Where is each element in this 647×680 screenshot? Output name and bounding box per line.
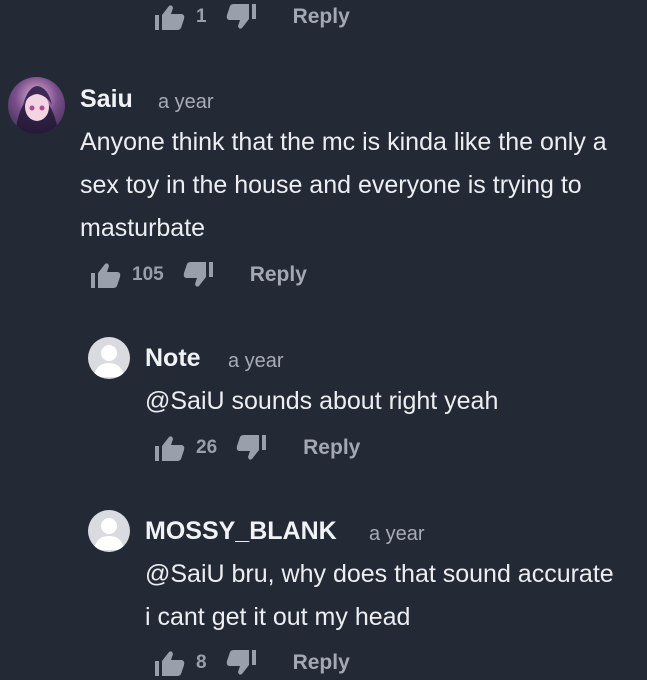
reply-button[interactable]: Reply	[293, 651, 350, 675]
thumbs-down-icon[interactable]	[225, 3, 259, 31]
like-count: 8	[196, 652, 207, 673]
comment-actions-previous: 1 Reply	[152, 2, 350, 32]
comment-text: @SaiU bru, why does that sound accurate …	[145, 560, 614, 631]
thumbs-up-icon[interactable]	[152, 649, 186, 677]
comment-author[interactable]: MOSSY_BLANK	[145, 517, 337, 546]
avatar[interactable]	[88, 510, 130, 552]
reply-button[interactable]: Reply	[303, 436, 360, 460]
comment-timestamp: a year	[369, 523, 425, 545]
avatar[interactable]	[8, 77, 65, 134]
comment-text: @SaiU sounds about right yeah	[145, 387, 499, 415]
comment-text: Anyone think that the mc is kinda like t…	[80, 128, 607, 242]
like-count: 1	[196, 6, 207, 27]
like-count: 105	[132, 264, 164, 285]
thumbs-up-icon[interactable]	[152, 3, 186, 31]
thumbs-down-icon[interactable]	[182, 261, 216, 289]
comment-actions: 8 Reply	[152, 648, 350, 678]
comment-timestamp: a year	[228, 350, 284, 372]
reply-button[interactable]: Reply	[250, 263, 307, 287]
like-count: 26	[196, 437, 218, 458]
reply-button[interactable]: Reply	[293, 5, 350, 29]
comment-author[interactable]: Note	[145, 344, 201, 373]
thumbs-down-icon[interactable]	[225, 649, 259, 677]
thumbs-up-icon[interactable]	[88, 261, 122, 289]
user-icon	[94, 345, 124, 377]
comment-timestamp: a year	[158, 91, 214, 113]
comment-actions: 26 Reply	[152, 433, 360, 463]
thumbs-down-icon[interactable]	[235, 434, 269, 462]
avatar[interactable]	[88, 337, 130, 379]
comment-actions: 105 Reply	[88, 260, 307, 290]
thumbs-up-icon[interactable]	[152, 434, 186, 462]
comment-author[interactable]: Saiu	[80, 85, 133, 114]
user-icon	[94, 518, 124, 550]
